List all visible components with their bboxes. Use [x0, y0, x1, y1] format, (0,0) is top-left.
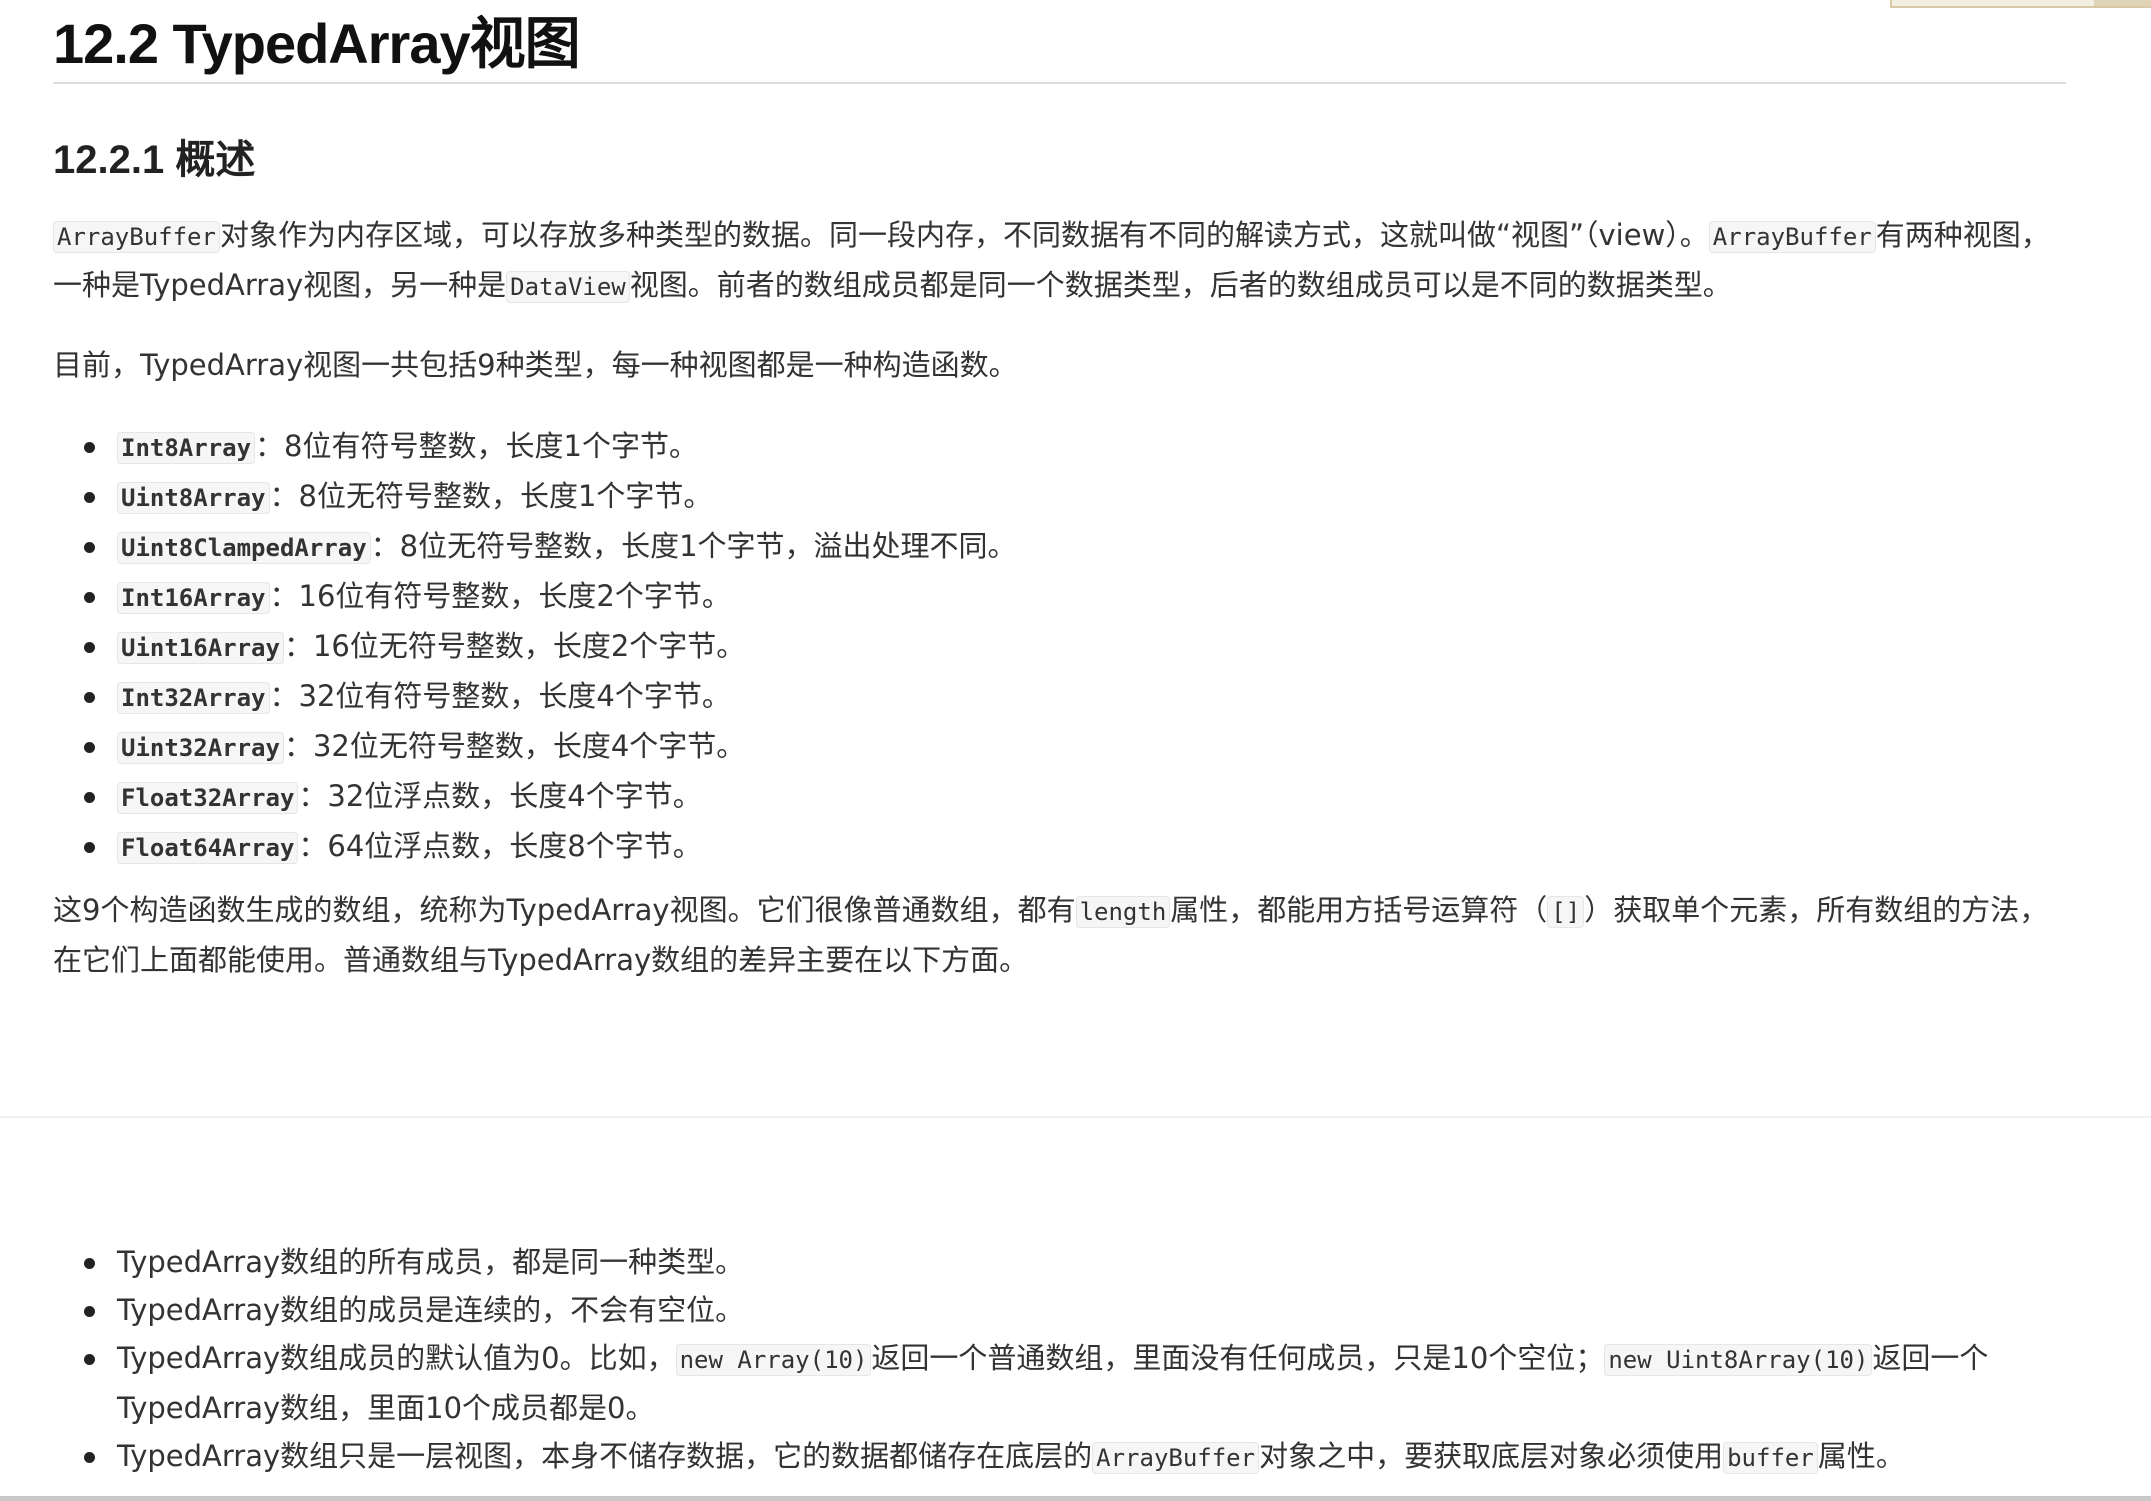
- section-heading: 12.2 TypedArray视图: [53, 12, 581, 75]
- inline-code: Uint8ClampedArray: [117, 532, 371, 564]
- text-run: 对象作为内存区域，可以存放多种类型的数据。同一段内存，不同数据有不同的解读方式，…: [219, 218, 1709, 252]
- inline-code: ArrayBuffer: [53, 221, 220, 253]
- list-item: Float64Array ：64位浮点数，长度8个字节。: [84, 822, 2065, 872]
- inline-code: Int8Array: [117, 432, 256, 464]
- list-item: Uint8ClampedArray ：8位无符号整数，长度1个字节，溢出处理不同。: [84, 522, 2065, 572]
- text-run: 对象之中，要获取底层对象必须使用: [1259, 1439, 1724, 1473]
- types-count-paragraph: 目前，TypedArray视图一共包括9种类型，每一种视图都是一种构造函数。: [53, 348, 1018, 382]
- list-item: TypedArray数组的所有成员，都是同一种类型。: [84, 1238, 2065, 1286]
- inline-code: length: [1075, 896, 1171, 928]
- list-item: Int16Array ：16位有符号整数，长度2个字节。: [84, 572, 2065, 622]
- text-run: ：16位有符号整数，长度2个字节。: [269, 579, 731, 613]
- list-item: TypedArray数组成员的默认值为0。比如， new Array(10) 返回一…: [84, 1334, 2065, 1432]
- inline-code: ArrayBuffer: [1092, 1442, 1260, 1474]
- typed-array-types-list: Int8Array ：8位有符号整数，长度1个字节。 Uint8Array ：8位无…: [53, 422, 2065, 872]
- list-item: TypedArray数组只是一层视图，本身不储存数据，它的数据都储存在底层的 Ar…: [84, 1432, 2065, 1482]
- text-run: ：8位无符号整数，长度1个字节。: [269, 479, 713, 513]
- inline-code: Uint16Array: [117, 632, 284, 664]
- text-run: ：64位浮点数，长度8个字节。: [298, 829, 702, 863]
- inline-code: DataView: [506, 271, 630, 303]
- inline-code: new Array(10): [675, 1344, 872, 1376]
- text-run: 返回一个普通数组，里面没有任何成员，只是10个空位；: [871, 1341, 1605, 1375]
- inline-code: Float32Array: [117, 782, 299, 814]
- text-run: TypedArray数组只是一层视图，本身不储存数据，它的数据都储存在底层的: [117, 1439, 1093, 1473]
- text-run: ：32位有符号整数，长度4个字节。: [269, 679, 731, 713]
- intro-paragraph: ArrayBuffer 对象作为内存区域，可以存放多种类型的数据。同一段内存，不同…: [53, 211, 2065, 311]
- text-run: ：8位无符号整数，长度1个字节，溢出处理不同。: [370, 529, 1017, 563]
- text-run: 属性。: [1817, 1439, 1905, 1473]
- inline-code: new Uint8Array(10): [1604, 1344, 1873, 1376]
- text-run: 视图。前者的数组成员都是同一个数据类型，后者的数组成员可以是不同的数据类型。: [629, 268, 1732, 302]
- text-run: ：8位有符号整数，长度1个字节。: [255, 429, 698, 463]
- inline-code: Uint8Array: [117, 482, 270, 514]
- bottom-edge-divider: [0, 1496, 2151, 1501]
- differences-list: TypedArray数组的所有成员，都是同一种类型。 TypedArray数组的…: [53, 1238, 2065, 1482]
- list-item: Uint16Array ：16位无符号整数，长度2个字节。: [84, 622, 2065, 672]
- window-corner-segment: [2094, 0, 2151, 6]
- inline-code: buffer: [1723, 1442, 1818, 1474]
- inline-code: Uint32Array: [117, 732, 284, 764]
- inline-code: ArrayBuffer: [1708, 221, 1876, 253]
- inline-code: Int32Array: [117, 682, 270, 714]
- list-item: Uint8Array ：8位无符号整数，长度1个字节。: [84, 472, 2065, 522]
- list-item: Int32Array ：32位有符号整数，长度4个字节。: [84, 672, 2065, 722]
- text-run: 这9个构造函数生成的数组，统称为TypedArray视图。它们很像普通数组，都有: [53, 893, 1076, 927]
- page-break-divider: [0, 1116, 2151, 1118]
- inline-code: Int16Array: [117, 582, 270, 614]
- inline-code: []: [1547, 896, 1585, 928]
- text-run: 属性，都能用方括号运算符（: [1170, 893, 1548, 927]
- summary-paragraph: 这9个构造函数生成的数组，统称为TypedArray视图。它们很像普通数组，都有…: [53, 886, 2065, 984]
- list-item: Int8Array ：8位有符号整数，长度1个字节。: [84, 422, 2065, 472]
- subsection-heading: 12.2.1 概述: [53, 138, 256, 182]
- text-run: TypedArray数组成员的默认值为0。比如，: [117, 1341, 676, 1375]
- text-run: ：16位无符号整数，长度2个字节。: [283, 629, 746, 663]
- list-item: Float32Array ：32位浮点数，长度4个字节。: [84, 772, 2065, 822]
- list-item: TypedArray数组的成员是连续的，不会有空位。: [84, 1286, 2065, 1334]
- window-corner-widget: [1890, 0, 2151, 8]
- text-run: ：32位浮点数，长度4个字节。: [298, 779, 702, 813]
- text-run: ：32位无符号整数，长度4个字节。: [283, 729, 746, 763]
- list-item: Uint32Array ：32位无符号整数，长度4个字节。: [84, 722, 2065, 772]
- heading-divider: [53, 82, 2066, 84]
- inline-code: Float64Array: [117, 832, 299, 864]
